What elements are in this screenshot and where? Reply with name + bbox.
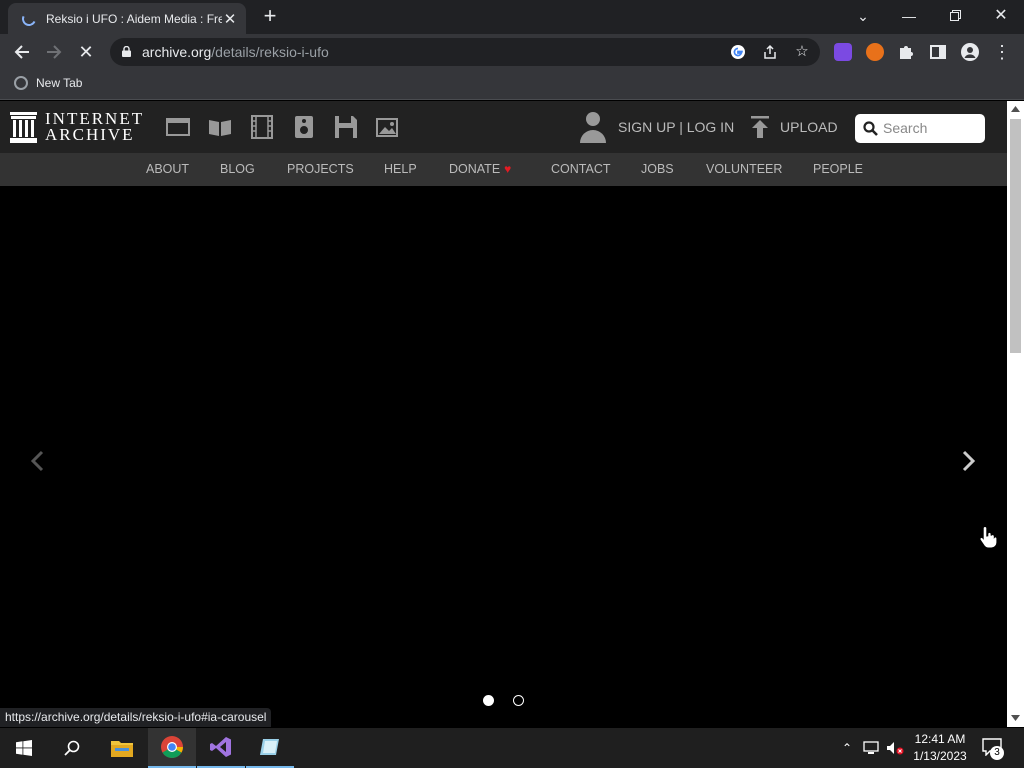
heart-icon: ♥ (504, 162, 512, 176)
nav-donate-label: DONATE (449, 162, 501, 176)
minimize-button[interactable]: — (895, 4, 923, 28)
nav-projects[interactable]: PROJECTS (287, 162, 354, 176)
volume-muted-icon[interactable] (886, 739, 904, 757)
upload-icon[interactable] (751, 116, 769, 138)
screen: Reksio i UFO : Aidem Media : Fre ✕ + ⌄ —… (0, 0, 1024, 768)
carousel-next-arrow-icon[interactable] (956, 449, 980, 473)
nav-donate[interactable]: DONATE ♥ (449, 162, 511, 176)
scroll-down-arrow-icon[interactable] (1011, 715, 1020, 721)
google-lens-icon[interactable] (728, 42, 748, 62)
search-box[interactable] (855, 114, 985, 143)
globe-icon (14, 76, 28, 90)
nav-volunteer[interactable]: VOLUNTEER (706, 162, 782, 176)
browser-tab[interactable]: Reksio i UFO : Aidem Media : Fre ✕ (8, 3, 246, 34)
file-explorer-icon[interactable] (98, 728, 146, 768)
notification-count-badge: 3 (990, 746, 1004, 760)
app-window-icon[interactable] (246, 728, 294, 768)
page-scrollbar[interactable] (1007, 101, 1024, 727)
internet-archive-logo[interactable]: INTERNET ARCHIVE (10, 110, 144, 144)
extension-tw-icon[interactable] (834, 43, 852, 61)
bookmark-label: New Tab (36, 76, 83, 90)
images-icon[interactable] (376, 115, 400, 139)
bookmark-new-tab[interactable]: New Tab (14, 76, 82, 90)
new-tab-button[interactable]: + (258, 5, 282, 29)
scrollbar-thumb[interactable] (1010, 119, 1021, 353)
lock-icon (122, 46, 131, 57)
profile-avatar-icon[interactable] (958, 40, 982, 64)
close-window-button[interactable]: ✕ (987, 4, 1015, 28)
back-button[interactable] (10, 40, 34, 64)
upload-link[interactable]: UPLOAD (780, 119, 838, 135)
chrome-menu-icon[interactable]: ⋮ (990, 40, 1014, 64)
logo-wordmark: INTERNET ARCHIVE (45, 110, 144, 144)
nav-blog[interactable]: BLOG (220, 162, 255, 176)
nav-people[interactable]: PEOPLE (813, 162, 863, 176)
forward-button[interactable] (42, 40, 66, 64)
web-page: INTERNET ARCHIVE SIGN UP | LOG IN UPLOAD… (0, 101, 1007, 727)
restore-button[interactable] (941, 4, 969, 28)
nav-jobs[interactable]: JOBS (641, 162, 674, 176)
bookmark-star-icon[interactable]: ☆ (792, 42, 812, 62)
browser-tab-strip: Reksio i UFO : Aidem Media : Fre ✕ + ⌄ —… (0, 0, 1024, 34)
tab-title: Reksio i UFO : Aidem Media : Fre (46, 11, 222, 26)
scroll-up-arrow-icon[interactable] (1011, 106, 1020, 112)
nav-contact[interactable]: CONTACT (551, 162, 611, 176)
address-bar[interactable]: archive.org/details/reksio-i-ufo ☆ (110, 38, 820, 66)
stop-loading-button[interactable]: ✕ (74, 40, 98, 64)
archive-temple-icon (10, 111, 37, 143)
hand-pointer-cursor-icon (979, 525, 997, 549)
system-clock[interactable]: 12:41 AM 1/13/2023 (912, 731, 968, 765)
video-film-icon[interactable] (250, 115, 274, 139)
web-archive-icon[interactable] (166, 115, 190, 139)
audio-speaker-icon[interactable] (292, 115, 316, 139)
clock-time: 12:41 AM (914, 732, 966, 746)
software-floppy-icon[interactable] (334, 115, 358, 139)
carousel-dot-2[interactable] (513, 695, 524, 706)
carousel-dot-1[interactable] (483, 695, 494, 706)
browser-toolbar: ✕ archive.org/details/reksio-i-ufo ☆ ⋮ (0, 34, 1024, 70)
search-icon[interactable] (863, 121, 878, 136)
texts-book-icon[interactable] (208, 115, 232, 139)
tab-close-icon[interactable]: ✕ (222, 10, 238, 28)
url-text[interactable]: archive.org/details/reksio-i-ufo (142, 44, 329, 60)
nav-help[interactable]: HELP (384, 162, 417, 176)
extensions-puzzle-icon[interactable] (894, 40, 918, 64)
show-hidden-icons-chevron-icon[interactable]: ⌃ (838, 739, 856, 757)
windows-taskbar: ⌃ 12:41 AM 1/13/2023 3 (0, 728, 1024, 768)
visual-studio-icon[interactable] (197, 728, 245, 768)
tab-search-chevron-icon[interactable]: ⌄ (849, 4, 877, 28)
logo-line-2: ARCHIVE (45, 125, 135, 144)
side-panel-icon[interactable] (926, 40, 950, 64)
carousel-prev-arrow-icon[interactable] (26, 449, 50, 473)
taskbar-search-icon[interactable] (48, 728, 96, 768)
url-host: archive.org (142, 44, 212, 60)
ia-top-bar: INTERNET ARCHIVE SIGN UP | LOG IN UPLOAD (0, 101, 1007, 153)
search-input[interactable] (883, 118, 979, 138)
bookmarks-bar: New Tab (0, 70, 1024, 100)
loading-spinner-icon (20, 9, 38, 28)
ia-nav-bar: ABOUT BLOG PROJECTS HELP DONATE ♥ CONTACT… (0, 153, 1007, 186)
sign-up-login-link[interactable]: SIGN UP | LOG IN (618, 119, 734, 135)
windows-start-icon[interactable] (0, 728, 48, 768)
nav-about[interactable]: ABOUT (146, 162, 189, 176)
clock-date: 1/13/2023 (913, 749, 967, 763)
share-icon[interactable] (760, 42, 780, 62)
network-icon[interactable] (862, 739, 880, 757)
url-path: /details/reksio-i-ufo (211, 44, 329, 60)
user-icon[interactable] (579, 111, 607, 143)
media-carousel[interactable] (0, 186, 1007, 727)
link-status-bar: https://archive.org/details/reksio-i-ufo… (0, 708, 272, 727)
extension-orange-icon[interactable] (866, 43, 884, 61)
chrome-taskbar-icon[interactable] (148, 728, 196, 768)
